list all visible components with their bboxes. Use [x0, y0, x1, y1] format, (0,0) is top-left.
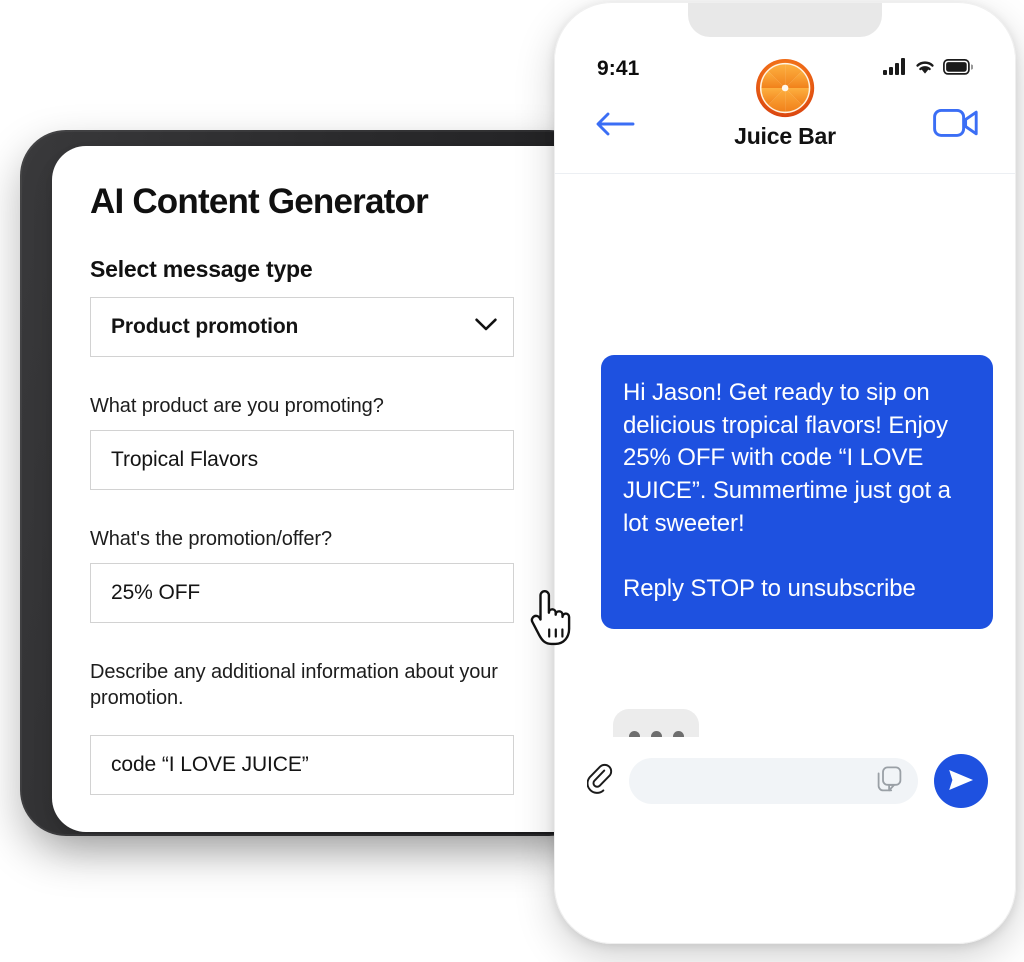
message-type-select[interactable]: Product promotion [90, 297, 514, 357]
additional-info-input[interactable]: code “I LOVE JUICE” [90, 735, 514, 795]
product-label: What product are you promoting? [90, 395, 384, 417]
sticker-button[interactable] [877, 765, 902, 797]
additional-info-label: Describe any additional information abou… [90, 661, 498, 709]
page-title: AI Content Generator [90, 182, 429, 221]
offer-value: 25% OFF [111, 581, 201, 604]
video-camera-icon [933, 108, 979, 143]
phone-screen: 9:41 Juice Bar Hi Jason! Get ready to si… [554, 2, 1016, 944]
outgoing-message-bubble: Hi Jason! Get ready to sip on delicious … [601, 355, 993, 630]
cellular-signal-icon [883, 58, 907, 80]
header-divider [555, 173, 1015, 174]
arrow-left-icon [595, 112, 635, 141]
wifi-icon [914, 58, 936, 80]
offer-label: What's the promotion/offer? [90, 528, 332, 550]
phone-notch [688, 3, 882, 37]
ai-content-generator-card: AI Content Generator Select message type… [52, 146, 600, 832]
send-button[interactable] [934, 754, 988, 808]
message-composer [555, 737, 1015, 825]
status-bar: 9:41 [555, 53, 1015, 85]
attach-button[interactable] [586, 763, 613, 800]
offer-input[interactable]: 25% OFF [90, 563, 514, 623]
video-call-button[interactable] [933, 107, 979, 144]
send-icon [947, 767, 975, 796]
back-button[interactable] [595, 111, 635, 142]
message-type-label: Select message type [90, 256, 313, 282]
additional-info-value: code “I LOVE JUICE” [111, 753, 309, 776]
product-input[interactable]: Tropical Flavors [90, 430, 514, 490]
message-input[interactable] [645, 770, 877, 792]
conversation-list: Hi Jason! Get ready to sip on delicious … [555, 174, 1015, 827]
battery-full-icon [943, 58, 974, 80]
message-type-value: Product promotion [111, 315, 299, 338]
chevron-down-icon [475, 318, 497, 337]
paperclip-icon [586, 763, 613, 799]
tablet-device: AI Content Generator Select message type… [8, 118, 608, 848]
message-input-container[interactable] [629, 758, 918, 804]
sticker-icon [877, 765, 902, 797]
phone-device: 9:41 Juice Bar Hi Jason! Get ready to si… [548, 0, 1022, 948]
screenshot-stage: AI Content Generator Select message type… [0, 0, 1024, 962]
product-value: Tropical Flavors [111, 448, 258, 471]
contact-name: Juice Bar [734, 123, 836, 149]
status-time: 9:41 [597, 57, 640, 80]
